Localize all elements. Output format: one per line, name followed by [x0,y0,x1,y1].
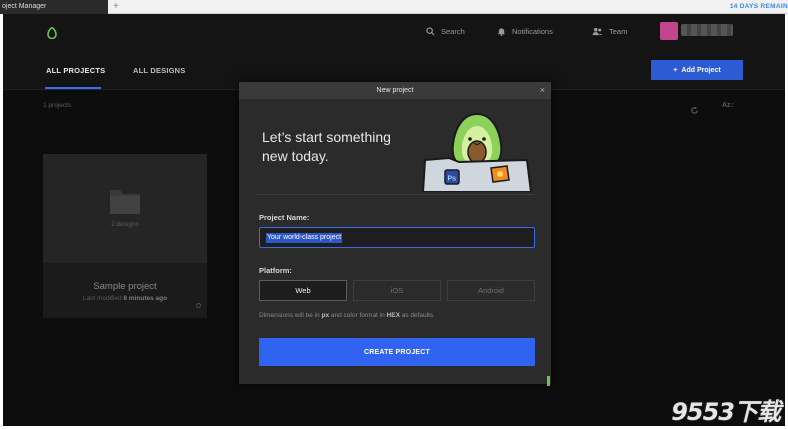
headline-line-2: new today. [262,148,329,164]
project-name-value: Your world-class project [266,233,343,243]
platform-android-option[interactable]: Android [447,280,535,301]
new-project-dialog: New project × Let’s start something new … [239,82,551,384]
close-icon[interactable]: × [540,85,545,95]
add-project-label: Add Project [681,66,721,74]
hint-px: px [321,312,330,319]
hint-hex: HEX [386,312,400,319]
resize-handle [547,376,550,386]
project-name-label: Project Name: [259,213,310,222]
zeplin-logo-icon[interactable] [47,26,57,44]
top-navigation: Search Notifications Team [3,14,785,52]
add-project-button[interactable]: + Add Project [651,60,743,80]
project-name-field[interactable]: Your world-class project [259,227,535,248]
hint-text-b: and color format in [329,312,387,319]
platform-web-option[interactable]: Web [259,280,347,301]
tab-title: oject Manager [2,3,47,10]
bell-icon [497,28,506,36]
active-tab-indicator [45,87,101,89]
tab-all-projects[interactable]: ALL PROJECTS [46,66,105,75]
team-nav[interactable]: Team [592,27,627,36]
dialog-header: New project × [239,82,551,99]
team-label: Team [609,27,628,36]
tab-all-designs[interactable]: ALL DESIGNS [133,66,186,75]
trial-notice[interactable]: 14 DAYS REMAIN [730,0,788,14]
avocado-mascot-icon: Ps [421,112,533,192]
svg-text:Ps: Ps [448,176,457,183]
team-icon [592,27,603,36]
avatar[interactable] [660,22,678,40]
site-watermark: 9553下载 [671,398,781,426]
dialog-divider [256,194,534,195]
notifications-label: Notifications [512,27,553,36]
platform-label: Platform: [259,266,292,275]
platform-ios-option[interactable]: iOS [353,280,441,301]
notifications-nav[interactable]: Notifications [497,27,553,36]
search-label: Search [441,27,465,36]
create-project-button[interactable]: CREATE PROJECT [259,338,535,366]
hint-text-a: Dimensions will be in [259,312,322,319]
new-tab-button[interactable]: + [113,0,119,14]
hint-text-c: as defaults. [399,312,435,319]
window-tab[interactable]: oject Manager [0,0,108,14]
search-icon [426,27,435,36]
dialog-title: New project [376,87,414,94]
app-window: Search Notifications Team ALL PROJECTS A… [3,14,785,426]
headline-line-1: Let’s start something [262,129,391,145]
account-menu[interactable] [681,24,733,36]
dialog-headline: Let’s start something new today. [262,128,422,166]
search-nav[interactable]: Search [426,27,465,36]
format-hint: Dimensions will be in px and color forma… [259,312,435,319]
plus-icon: + [673,66,678,74]
window-tab-strip: oject Manager + 14 DAYS REMAIN [0,0,788,14]
